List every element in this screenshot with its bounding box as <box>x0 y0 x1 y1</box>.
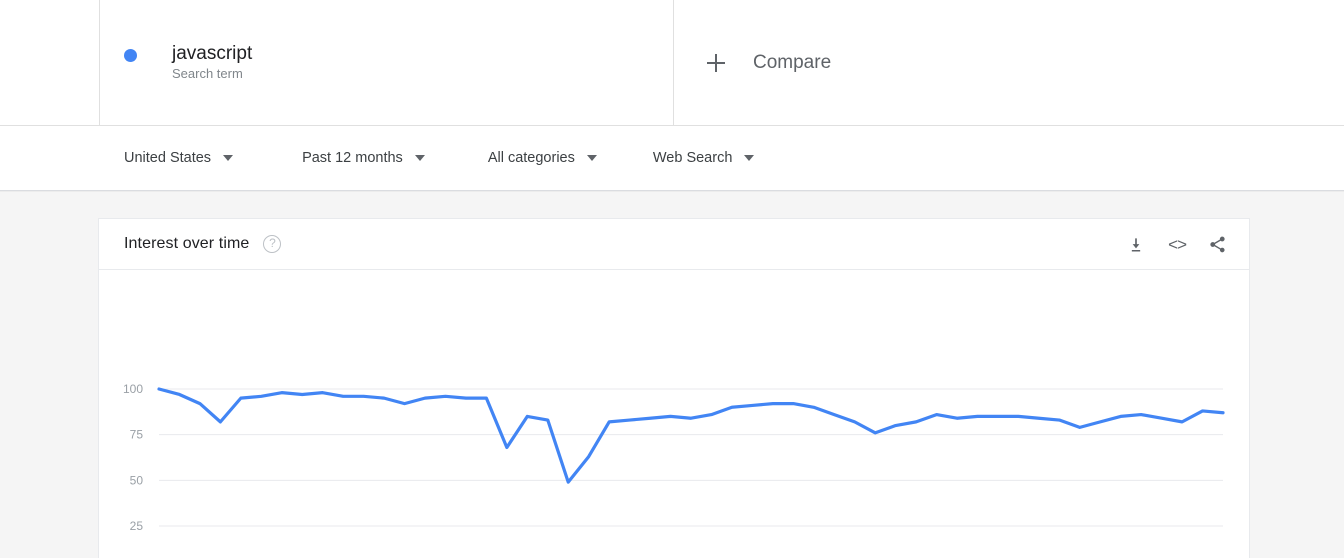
chevron-down-icon <box>414 155 425 161</box>
term-subtitle: Search term <box>172 66 243 81</box>
filter-category[interactable]: All categories <box>488 150 597 166</box>
embed-code-glyph: <> <box>1168 234 1187 254</box>
card-actions: <> <box>1126 219 1227 270</box>
x-axis-labels: 11 Aug 20191 Dec 201922 Mar 202012 Jul 2… <box>99 270 1249 558</box>
term-color-dot <box>124 49 137 62</box>
chevron-down-icon <box>586 155 597 161</box>
download-icon[interactable] <box>1126 235 1146 255</box>
filter-time-range[interactable]: Past 12 months <box>302 150 425 166</box>
chevron-down-icon <box>223 155 234 161</box>
add-comparison-button[interactable]: Compare <box>673 0 1250 126</box>
plus-icon <box>707 54 725 72</box>
search-term-card-0[interactable]: javascript Search term <box>99 0 673 126</box>
filter-search-type[interactable]: Web Search <box>653 150 755 166</box>
filter-time-range-value: Past 12 months <box>302 150 403 166</box>
term-name: javascript <box>172 43 253 64</box>
filter-search-type-value: Web Search <box>652 150 733 166</box>
interest-over-time-card: Interest over time ? <> 25 50 75 100 <box>98 218 1250 558</box>
compare-label: Compare <box>753 52 832 73</box>
filter-region[interactable]: United States <box>124 150 234 166</box>
filter-region-value: United States <box>124 150 212 166</box>
share-icon[interactable] <box>1208 235 1227 254</box>
embed-code-icon[interactable]: <> <box>1168 234 1187 255</box>
chevron-down-icon <box>744 155 755 161</box>
search-terms-bar: javascript Search term Compare <box>0 0 1344 126</box>
filter-bar: United States Past 12 months All categor… <box>0 126 1344 191</box>
google-trends-page: javascript Search term Compare United St… <box>0 0 1344 558</box>
card-header: Interest over time ? <> <box>99 219 1249 270</box>
chart-plot-area: 255075100 11 Aug 20191 Dec 201922 Mar 20… <box>99 270 1249 558</box>
page-title: Interest over time <box>124 235 250 252</box>
filter-category-value: All categories <box>487 150 575 166</box>
help-icon[interactable]: ? <box>263 235 282 253</box>
